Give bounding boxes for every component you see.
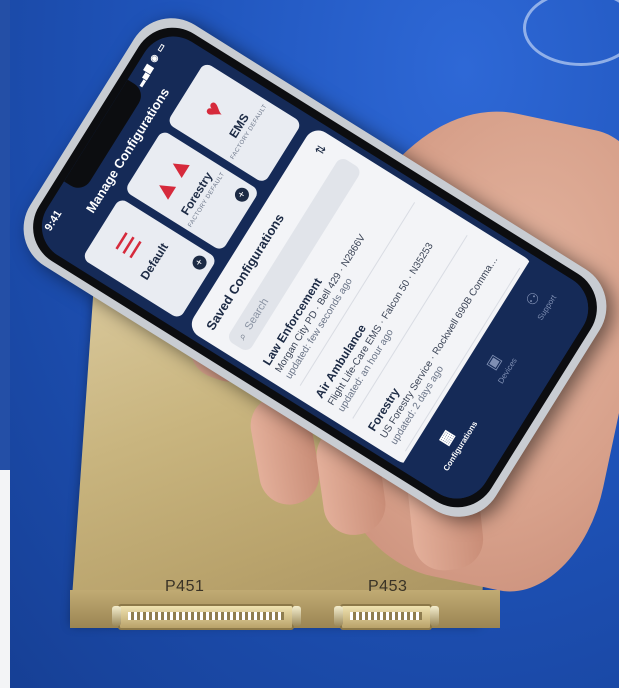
screw xyxy=(292,606,301,626)
db-connector-right xyxy=(340,604,432,630)
photo-scene: P451 P453 9:41 ▂▄▆ ◉ ▭ Manage Configurat… xyxy=(0,0,619,688)
search-icon: ⌕ xyxy=(235,330,250,343)
db-connector-left xyxy=(118,604,294,630)
status-time: 9:41 xyxy=(42,208,65,234)
tab-configurations[interactable]: ▦ Configurations xyxy=(424,409,479,473)
search-placeholder: Search xyxy=(242,296,272,333)
white-surface xyxy=(0,470,10,688)
screw xyxy=(430,606,439,626)
backdrop-edge xyxy=(0,0,10,470)
add-icon[interactable]: + xyxy=(189,252,210,273)
add-icon[interactable]: + xyxy=(232,185,252,205)
port-label-right: P453 xyxy=(368,578,408,595)
screw xyxy=(334,606,343,626)
screw xyxy=(112,606,121,626)
tab-devices[interactable]: ▣ Devices xyxy=(478,345,519,385)
tab-support[interactable]: ⚇ Support xyxy=(518,282,559,322)
port-label-left: P451 xyxy=(165,578,205,595)
